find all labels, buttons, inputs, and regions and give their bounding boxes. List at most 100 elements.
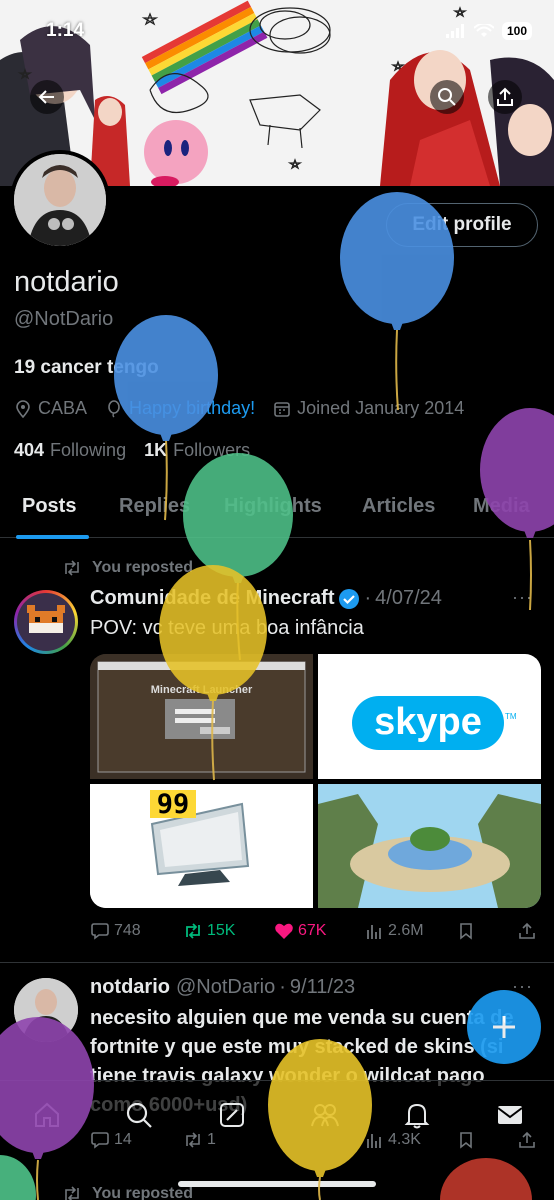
nav-communities[interactable] [305,1095,345,1135]
views-count: 2.6M [388,922,424,939]
reply-button[interactable]: 748 [90,922,141,940]
skype-trademark: TM [505,712,517,721]
nav-messages[interactable] [490,1095,530,1135]
wifi-icon [473,24,494,37]
heart-icon [275,923,293,939]
profile-meta: CABA Happy birthday! Joined January 2014 [14,398,482,419]
edit-profile-button[interactable]: Edit profile [386,203,538,247]
bookmark-button[interactable] [458,922,478,940]
back-arrow-icon [38,90,54,104]
nav-search[interactable] [119,1095,159,1135]
avatar-photo [14,978,78,1042]
profile-avatar[interactable] [10,150,110,250]
share-button[interactable] [488,80,522,114]
bookmark-button[interactable] [458,1131,478,1149]
repost-icon [186,923,200,939]
tab-media[interactable]: Media [473,495,530,518]
post-share-button[interactable] [518,922,540,940]
search-button[interactable] [430,80,464,114]
back-button[interactable] [30,80,64,114]
minecraft-fox-avatar [17,593,75,651]
post-author-handle[interactable]: @NotDario [176,976,275,999]
compose-icon [493,1016,515,1038]
communities-icon [311,1104,339,1127]
media-minecraft-scene[interactable] [318,784,541,908]
compose-fab[interactable] [467,990,541,1064]
skype-logo-text: skype [374,701,482,743]
monitor-illustration [90,784,313,908]
search-icon [126,1102,152,1128]
post-date[interactable]: 4/07/24 [375,587,442,610]
tab-articles[interactable]: Articles [362,495,435,518]
media-windows-monitor[interactable]: 99 [90,784,313,908]
avatar-photo [14,154,106,246]
birthday-item: Happy birthday! [105,398,255,419]
share-icon [519,922,535,939]
post-author-name[interactable]: notdario [90,976,170,999]
user-handle: @NotDario [14,308,114,330]
repost-context: You reposted [62,559,193,577]
post-author-name[interactable]: Comunidade de Minecraft [90,587,334,610]
tab-highlights[interactable]: Highlights [224,495,322,518]
reply-icon [91,1132,109,1149]
location-item: CABA [14,398,87,419]
calendar-icon [274,401,290,417]
balloon-icon [108,399,120,417]
nav-home[interactable] [27,1095,67,1135]
launcher-title: Minecraft Launcher [150,684,253,696]
launcher-screenshot [90,654,313,779]
followers-count: 1K [144,440,168,460]
birthday-text: Happy birthday! [129,398,256,418]
followers-link[interactable]: 1K Followers [144,440,250,461]
battery-indicator: 100 [501,22,532,40]
bookmark-icon [460,923,472,940]
next-repost-context: You reposted [62,1185,193,1200]
repost-icon [186,1132,200,1148]
status-time: 1:14 [46,20,85,41]
post-header: Comunidade de Minecraft · 4/07/24 [90,587,442,610]
post-text: POV: vc teve uma boa infância [90,617,364,639]
like-count: 67K [298,922,327,939]
post-author-avatar[interactable] [14,590,78,654]
search-icon [438,88,456,106]
reply-count: 748 [114,922,141,939]
tab-posts[interactable]: Posts [22,495,76,518]
home-indicator[interactable] [178,1181,376,1187]
follow-stats: 404 Following 1K Followers [14,440,268,461]
post-more-button[interactable]: ··· [512,587,533,608]
display-name: notdario [14,266,119,298]
nav-grok[interactable] [212,1095,252,1135]
bookmark-icon [460,1132,472,1149]
repost-icon [65,560,79,576]
like-button[interactable]: 67K [274,922,326,940]
reply-icon [91,923,109,940]
post-date[interactable]: 9/11/23 [290,976,355,999]
win-badge: 99 [156,789,190,820]
post-author-avatar[interactable] [14,978,78,1042]
repost-button[interactable]: 15K [183,922,235,940]
media-minecraft-launcher[interactable]: Minecraft Launcher [90,654,313,779]
post-header: notdario @NotDario · 9/11/23 [90,976,356,999]
minecraft-scene [318,784,541,908]
share-icon [497,87,513,106]
bell-icon [404,1103,430,1129]
following-count: 404 [14,440,45,460]
views-icon [367,925,381,939]
home-icon [35,1102,59,1127]
post-divider [0,962,554,963]
nav-notifications[interactable] [397,1095,437,1135]
location-icon [16,399,30,418]
post-media-grid[interactable]: Minecraft Launcher skype TM 99 [90,654,541,908]
grok-icon [220,1103,244,1127]
media-skype[interactable]: skype TM [318,654,541,779]
next-repost-label: You reposted [92,1185,194,1200]
verified-icon [339,588,360,609]
following-link[interactable]: 404 Following [14,440,126,461]
views-button[interactable]: 2.6M [366,922,424,940]
tab-replies[interactable]: Replies [119,495,190,518]
joined-text: Joined January 2014 [297,398,465,418]
post-actions: 748 15K 67K 2.6M [90,922,540,948]
repost-button[interactable]: 1 [183,1131,216,1149]
status-icons: 100 [445,22,532,40]
status-bar: 1:14 100 [0,0,554,60]
